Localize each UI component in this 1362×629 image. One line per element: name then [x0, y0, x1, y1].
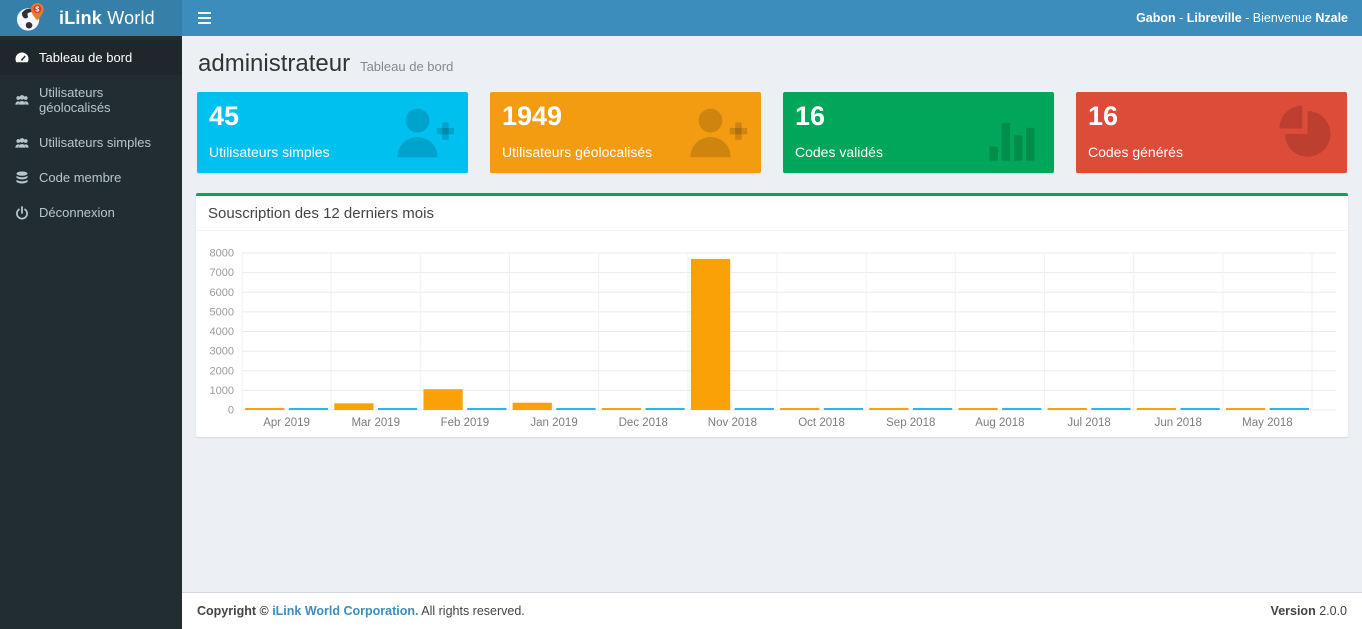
svg-text:6000: 6000	[210, 287, 234, 299]
svg-text:Mar 2019: Mar 2019	[351, 417, 400, 429]
sidebar-item-utilisateurs-simples[interactable]: Utilisateurs simples	[0, 125, 182, 160]
brand-name: iLink World	[59, 8, 155, 29]
bar-chart-icon	[982, 104, 1042, 166]
sidebar-item-utilisateurs-geolocalises[interactable]: Utilisateurs géolocalisés	[0, 75, 182, 125]
stat-card-codes-valides: 16 Codes validés	[783, 92, 1054, 173]
sidebar-item-label: Utilisateurs géolocalisés	[39, 85, 167, 115]
globe-pin-icon: $	[14, 1, 47, 35]
svg-text:4000: 4000	[210, 326, 234, 338]
sidebar-item-label: Utilisateurs simples	[39, 135, 151, 150]
svg-text:Feb 2019: Feb 2019	[441, 417, 490, 429]
svg-text:Jun 2018: Jun 2018	[1155, 417, 1202, 429]
svg-text:5000: 5000	[210, 306, 234, 318]
svg-text:Apr 2019: Apr 2019	[263, 417, 310, 429]
footer-version: Version 2.0.0	[1271, 604, 1347, 618]
app-window: $ iLink World Gabon - Libreville - Bienv…	[0, 0, 1362, 629]
svg-text:1000: 1000	[210, 385, 234, 397]
svg-text:2000: 2000	[210, 365, 234, 377]
user-location-greeting: Gabon - Libreville - Bienvenue Nzale	[1136, 11, 1348, 25]
footer: Copyright © iLink World Corporation. All…	[182, 592, 1362, 629]
svg-text:Nov 2018: Nov 2018	[708, 417, 757, 429]
top-header: $ iLink World Gabon - Libreville - Bienv…	[0, 0, 1362, 36]
page-header: administrateur Tableau de bord	[198, 50, 1346, 78]
sidebar-item-label: Déconnexion	[39, 205, 115, 220]
sidebar-item-label: Tableau de bord	[39, 50, 132, 65]
sidebar-item-tableau-de-bord[interactable]: Tableau de bord	[0, 40, 182, 75]
content-area: administrateur Tableau de bord 45 Utilis…	[182, 36, 1362, 592]
page-title: administrateur	[198, 50, 350, 78]
pie-chart-icon	[1273, 104, 1335, 167]
subscriptions-chart-box: Souscription des 12 derniers mois 0 1000 2…	[196, 193, 1348, 437]
brand-logo[interactable]: $ iLink World	[0, 0, 182, 36]
users-icon	[15, 136, 29, 150]
stat-card-utilisateurs-simples: 45 Utilisateurs simples	[197, 92, 468, 173]
svg-text:Dec 2018: Dec 2018	[619, 417, 668, 429]
svg-text:8000: 8000	[210, 248, 234, 260]
sidebar-item-code-membre[interactable]: Code membre	[0, 160, 182, 195]
footer-copyright: Copyright © iLink World Corporation. All…	[197, 604, 525, 618]
svg-text:Jul 2018: Jul 2018	[1067, 417, 1110, 429]
svg-text:3000: 3000	[210, 346, 234, 358]
sidebar-item-label: Code membre	[39, 170, 121, 185]
power-icon	[15, 206, 29, 220]
user-plus-icon	[390, 104, 456, 166]
svg-text:$: $	[35, 5, 39, 14]
company-link[interactable]: iLink World Corporation.	[272, 604, 418, 618]
svg-text:0: 0	[228, 405, 234, 417]
dashboard-icon	[15, 51, 29, 65]
sidebar-toggle-button[interactable]	[198, 0, 236, 36]
stat-cards-row: 45 Utilisateurs simples 1949 Utilis	[197, 92, 1347, 173]
subscriptions-bar-chart: 0 1000 2000 3000 4000 5000 6000 7000 8000 Apr 201…	[204, 239, 1340, 435]
svg-text:Oct 2018: Oct 2018	[798, 417, 845, 429]
users-icon	[15, 93, 29, 107]
chart-body: 0 1000 2000 3000 4000 5000 6000 7000 8000 Apr 201…	[196, 231, 1348, 437]
svg-text:Aug 2018: Aug 2018	[975, 417, 1024, 429]
navbar: Gabon - Libreville - Bienvenue Nzale	[182, 0, 1362, 36]
stat-card-utilisateurs-geolocalises: 1949 Utilisateurs géolocalisés	[490, 92, 761, 173]
svg-text:7000: 7000	[210, 267, 234, 279]
sidebar-item-deconnexion[interactable]: Déconnexion	[0, 195, 182, 230]
database-icon	[15, 171, 29, 185]
svg-text:May 2018: May 2018	[1242, 417, 1293, 429]
stat-card-codes-generes: 16 Codes générés	[1076, 92, 1347, 173]
svg-text:Jan 2019: Jan 2019	[530, 417, 577, 429]
sidebar: Tableau de bord Utilisateurs géolocalisé…	[0, 36, 182, 629]
user-plus-icon	[683, 104, 749, 166]
page-subtitle: Tableau de bord	[360, 59, 453, 74]
chart-title: Souscription des 12 derniers mois	[196, 196, 1348, 231]
svg-text:Sep 2018: Sep 2018	[886, 417, 935, 429]
